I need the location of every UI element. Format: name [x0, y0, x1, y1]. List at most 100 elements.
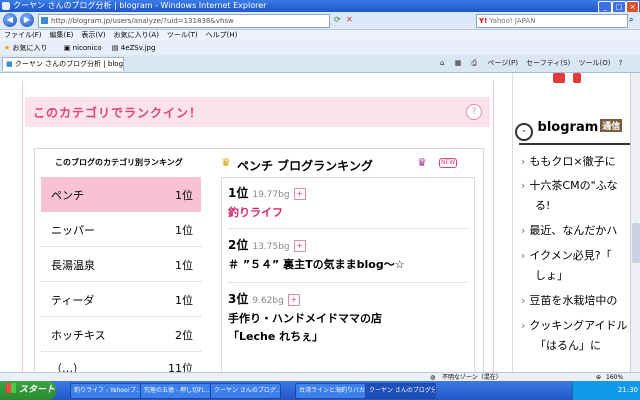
print-icon[interactable]: ⎙	[472, 59, 478, 67]
vertical-scrollbar[interactable]	[630, 73, 640, 381]
entry-score: 9.62bg	[252, 296, 284, 306]
menu-favorites[interactable]: お気に入り(A)	[114, 31, 159, 39]
entry-blog-name[interactable]: ＃ ”５４” 裏主Tの気ままblog〜☆	[228, 257, 468, 273]
bullet: ›	[521, 155, 526, 168]
news-item-continued[interactable]: しょ」	[535, 266, 568, 286]
forward-arrow-icon[interactable]: ▶	[20, 13, 34, 27]
news-item[interactable]: › ももクロ×徹子に	[521, 152, 616, 172]
menu-view[interactable]: 表示(V)	[81, 31, 105, 39]
menu-edit[interactable]: 編集(E)	[50, 31, 74, 39]
favorites-star-icon: ★	[4, 44, 11, 52]
site-favicon-icon	[41, 17, 48, 24]
tab-blogram[interactable]: ■ クーヤン さんのブログ分析 | blogram	[2, 57, 124, 71]
menu-file[interactable]: ファイル(F)	[4, 31, 42, 39]
category-rank: 1位	[175, 259, 193, 272]
category-rank: 2位	[175, 329, 193, 342]
tab-bar: ■ クーヤン さんのブログ分析 | blogram ⌂ ▦ ⎙ ページ(P) セ…	[0, 55, 640, 73]
category-item[interactable]: ニッパー 1位	[41, 212, 201, 247]
home-icon[interactable]: ⌂	[440, 59, 444, 67]
ranking-entry[interactable]: 1位 19.77bg + 釣りライフ	[228, 184, 468, 221]
divider	[519, 143, 630, 145]
help-icon[interactable]: ?	[619, 59, 623, 67]
stop-icon[interactable]: ✕	[346, 15, 353, 24]
news-item[interactable]: › 最近、なんだかハ	[521, 221, 617, 241]
entry-rank: 1位	[228, 186, 249, 200]
back-arrow-icon[interactable]: ◀	[3, 13, 17, 27]
ranking-entry[interactable]: 2位 13.75bg + ＃ ”５４” 裏主Tの気ままblog〜☆	[228, 236, 468, 273]
taskbar-item[interactable]: クーヤン さんのブログ...	[210, 383, 281, 399]
favorite-link-niconico[interactable]: niconico	[73, 44, 102, 52]
search-icon[interactable]: ⌕	[629, 15, 633, 25]
category-item[interactable]: ホッチキス 2位	[41, 317, 201, 352]
brand-suffix: 通信	[600, 119, 623, 132]
address-toolbar: ◀ ▶ http://blogram.jp/users/analyze/?uid…	[0, 12, 640, 30]
crown-ranking-icon: ♛	[417, 156, 427, 169]
favorite-link-image[interactable]: 4eZSv.jpg	[121, 44, 156, 52]
bullet: ›	[521, 249, 526, 262]
window-title-bar: クーヤン さんのブログ分析 | blogram - Windows Intern…	[0, 0, 640, 13]
entry-blog-name-line2[interactable]: 「Leche れちぇ」	[228, 329, 468, 345]
entry-blog-name[interactable]: 手作り・ハンドメイドママの店	[228, 311, 468, 327]
page-menu[interactable]: ページ(P)	[487, 59, 518, 67]
entry-rank: 3位	[228, 292, 249, 306]
menu-bar: ファイル(F) 編集(E) 表示(V) お気に入り(A) ツール(T) ヘルプ(H)	[0, 30, 640, 41]
bullet: ›	[521, 319, 526, 332]
pin-icon[interactable]: +	[287, 294, 300, 306]
favorites-bar: ★ お気に入り ▣ niconico ▤ 4eZSv.jpg	[0, 41, 640, 56]
category-item[interactable]: 長湯温泉 1位	[41, 247, 201, 282]
address-bar[interactable]: http://blogram.jp/users/analyze/?uid=131…	[38, 14, 330, 28]
category-item-selected[interactable]: ペンチ 1位	[41, 177, 201, 212]
menu-tools[interactable]: ツール(T)	[167, 31, 198, 39]
entry-blog-name[interactable]: 釣りライフ	[228, 205, 468, 221]
news-item[interactable]: › 十六茶CMの"ふな	[521, 176, 618, 196]
question-icon[interactable]: ?	[466, 104, 482, 120]
new-badge: NEW	[439, 158, 458, 168]
favorites-button[interactable]: お気に入り	[13, 44, 48, 52]
category-rank: 1位	[175, 294, 193, 307]
taskbar-item[interactable]: 究極の五徳 - 押し切れ...	[140, 383, 211, 399]
right-sidebar: ᵕ blogram 通信 › ももクロ×徹子に › 十六茶CMの"ふな る! › 最近、…	[512, 73, 630, 381]
search-input[interactable]: Y! Yahoo! JAPAN	[476, 14, 628, 28]
window-title: クーヤン さんのブログ分析 | blogram - Windows Intern…	[13, 1, 267, 10]
bullet: ›	[521, 224, 526, 237]
news-item-continued[interactable]: 「はるん」に	[535, 336, 601, 356]
category-rank: 1位	[175, 224, 193, 237]
taskbar-item[interactable]: 台湾ラインと海釣りバカ日...	[295, 383, 366, 399]
category-item[interactable]: ティーダ 1位	[41, 282, 201, 317]
start-button[interactable]: スタート	[0, 381, 56, 400]
character-illustration	[553, 73, 565, 83]
ranking-title: ペンチ ブログランキング	[237, 159, 373, 173]
character-illustration	[573, 73, 581, 83]
scroll-thumb[interactable]	[632, 223, 640, 263]
category-heading-bar: このカテゴリでランクイン！ ?	[25, 97, 490, 127]
news-item[interactable]: › クッキングアイドル	[521, 316, 628, 336]
category-list-title: このブログのカテゴリ別ランキング	[55, 158, 183, 167]
tab-favicon-icon: ■	[6, 60, 13, 68]
menu-help[interactable]: ヘルプ(H)	[206, 31, 238, 39]
ranking-entry[interactable]: 3位 9.62bg + 手作り・ハンドメイドママの店 「Leche れちぇ」	[228, 290, 468, 345]
category-rank: 1位	[175, 189, 193, 202]
divider	[228, 282, 468, 283]
divider	[228, 228, 468, 229]
blogram-face-icon: ᵕ	[515, 123, 533, 141]
feeds-icon[interactable]: ▦	[455, 59, 462, 67]
category-name: ティーダ	[51, 294, 95, 307]
ie-logo-icon	[2, 2, 10, 10]
category-name: 長湯温泉	[51, 259, 95, 272]
brand-name: blogram	[537, 120, 599, 135]
news-item[interactable]: › イクメン必見?「	[521, 246, 612, 266]
entry-score: 13.75bg	[252, 242, 290, 252]
taskbar-item[interactable]: 釣りライフ - Yahoo!ブ...	[70, 383, 141, 399]
tools-menu[interactable]: ツール(O)	[578, 59, 610, 67]
blog-ranking-list: 1位 19.77bg + 釣りライフ 2位 13.75bg + ＃ ”５４” 裏主Tの気…	[221, 177, 475, 381]
pin-icon[interactable]: +	[293, 188, 306, 200]
news-item[interactable]: › 豆苗を水栽培中の	[521, 291, 617, 311]
taskbar-item-active[interactable]: クーヤン さんのブログ分...	[365, 383, 436, 399]
category-heading: このカテゴリでランクイン！	[33, 106, 203, 120]
safety-menu[interactable]: セーフティ(S)	[526, 59, 570, 67]
news-item-continued[interactable]: る!	[535, 196, 550, 216]
crown-icon: ♛	[221, 156, 231, 169]
refresh-icon[interactable]: ⟳	[334, 15, 341, 24]
yahoo-logo-icon: Y!	[479, 17, 488, 25]
pin-icon[interactable]: +	[293, 240, 306, 252]
